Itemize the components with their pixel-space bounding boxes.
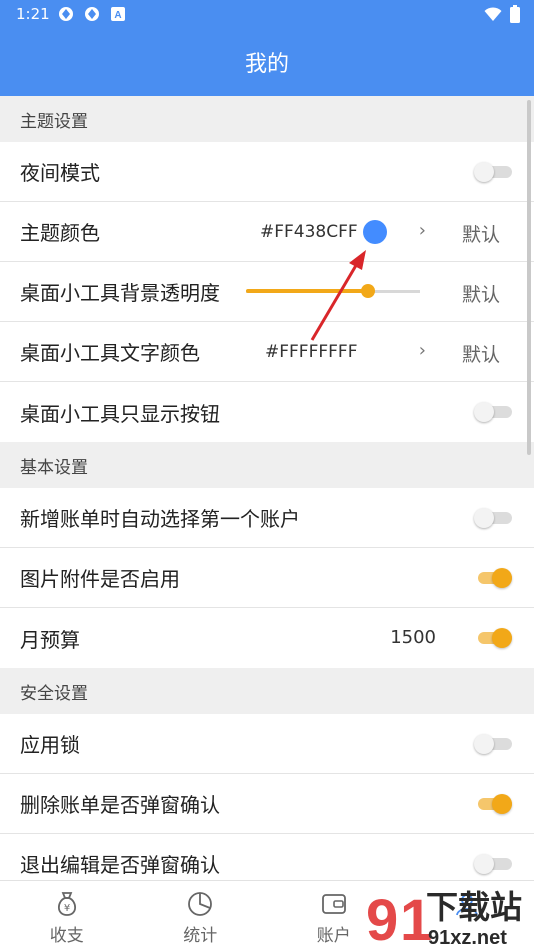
opacity-slider[interactable] — [246, 284, 420, 298]
row-label: 删除账单是否弹窗确认 — [20, 793, 220, 817]
row-label: 应用锁 — [20, 733, 80, 757]
money-bag-icon: ¥ — [57, 892, 76, 916]
row-image-attachments[interactable]: 图片附件是否启用 — [0, 548, 534, 608]
watermark-title: 下载站 — [426, 888, 522, 926]
row-widget-buttons-only[interactable]: 桌面小工具只显示按钮 — [0, 382, 534, 442]
row-widget-text-color[interactable]: 桌面小工具文字颜色 #FFFFFFFF › 默认 — [0, 322, 534, 382]
row-label: 新增账单时自动选择第一个账户 — [20, 507, 300, 531]
watermark-url: 91xz.net — [428, 927, 507, 949]
row-label: 主题颜色 — [20, 221, 100, 245]
a-icon: A — [111, 7, 125, 21]
section-header-security: 安全设置 — [0, 668, 534, 714]
pie-chart-icon — [188, 892, 213, 916]
row-monthly-budget[interactable]: 月预算 1500 — [0, 608, 534, 668]
wallet-icon — [321, 894, 346, 914]
section-header-theme: 主题设置 — [0, 96, 534, 142]
widget-text-color-default-button[interactable]: 默认 — [462, 340, 500, 367]
exit-edit-confirm-toggle[interactable] — [474, 854, 512, 874]
row-theme-color[interactable]: 主题颜色 #FF438CFF › 默认 — [0, 202, 534, 262]
wifi-icon — [484, 7, 502, 21]
svg-text:9: 9 — [366, 888, 398, 950]
chevron-right-icon[interactable]: › — [419, 340, 426, 361]
row-night-mode[interactable]: 夜间模式 — [0, 142, 534, 202]
auto-select-account-toggle[interactable] — [474, 508, 512, 528]
app-bar: 我的 — [0, 28, 534, 96]
row-label: 桌面小工具背景透明度 — [20, 281, 220, 305]
row-app-lock[interactable]: 应用锁 — [0, 714, 534, 774]
widget-buttons-only-toggle[interactable] — [474, 402, 512, 422]
row-exit-edit-confirm[interactable]: 退出编辑是否弹窗确认 — [0, 834, 534, 880]
opacity-default-button[interactable]: 默认 — [462, 280, 500, 307]
theme-color-value: #FF438CFF — [260, 222, 358, 242]
settings-list[interactable]: 主题设置 夜间模式 主题颜色 #FF438CFF › 默认 桌面小工具背景透明度… — [0, 96, 534, 880]
status-time: 1:21 — [16, 5, 50, 23]
watermark-logo: 9 1 下载站 91xz.net — [366, 888, 522, 950]
nav-statistics[interactable]: 统计 — [134, 881, 268, 950]
slider-thumb[interactable] — [360, 284, 375, 298]
theme-color-swatch[interactable] — [363, 220, 387, 244]
theme-color-default-button[interactable]: 默认 — [462, 220, 500, 247]
nav-label: 统计 — [183, 926, 218, 946]
widget-text-color-value: #FFFFFFFF — [265, 342, 358, 362]
image-attachments-toggle[interactable] — [474, 568, 512, 588]
row-label: 桌面小工具只显示按钮 — [20, 401, 220, 426]
app-icon — [85, 7, 99, 21]
nav-label: 账户 — [316, 926, 351, 946]
svg-text:A: A — [114, 10, 121, 21]
row-delete-confirm[interactable]: 删除账单是否弹窗确认 — [0, 774, 534, 834]
row-label: 桌面小工具文字颜色 — [20, 341, 200, 365]
battery-icon — [510, 5, 520, 23]
row-label: 退出编辑是否弹窗确认 — [20, 853, 220, 877]
row-label: 月预算 — [20, 627, 80, 652]
row-auto-select-account[interactable]: 新增账单时自动选择第一个账户 — [0, 488, 534, 548]
nav-label: 收支 — [49, 926, 84, 946]
monthly-budget-toggle[interactable] — [474, 628, 512, 648]
row-widget-bg-opacity[interactable]: 桌面小工具背景透明度 默认 — [0, 262, 534, 322]
monthly-budget-value[interactable]: 1500 — [390, 627, 436, 648]
page-title: 我的 — [244, 52, 289, 77]
nav-income-expense[interactable]: ¥ 收支 — [0, 881, 134, 950]
svg-text:¥: ¥ — [64, 903, 70, 914]
section-header-basic: 基本设置 — [0, 442, 534, 488]
app-lock-toggle[interactable] — [474, 734, 512, 754]
row-label: 夜间模式 — [20, 161, 100, 185]
night-mode-toggle[interactable] — [474, 162, 512, 182]
row-label: 图片附件是否启用 — [20, 567, 180, 591]
status-bar: 1:21 A — [0, 0, 534, 28]
app-icon — [59, 7, 73, 21]
scrollbar[interactable] — [527, 100, 531, 455]
chevron-right-icon[interactable]: › — [419, 220, 426, 241]
delete-confirm-toggle[interactable] — [474, 794, 512, 814]
